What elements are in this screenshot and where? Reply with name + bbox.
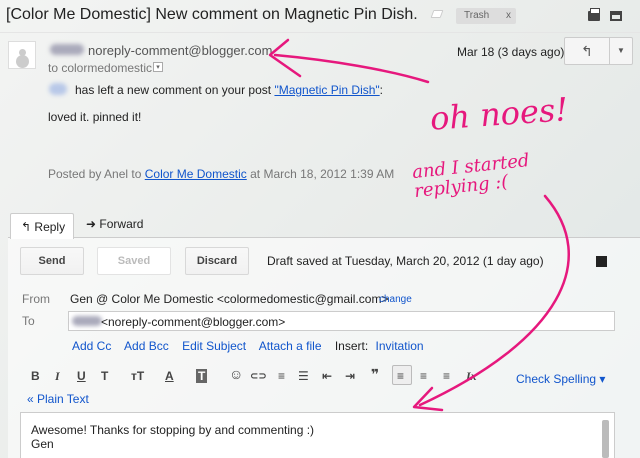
annotation-arrow-bottom xyxy=(418,194,570,407)
annotation-arrow-top xyxy=(273,53,430,84)
annotation-arrowhead-bottom xyxy=(412,386,444,412)
annotation-arrows xyxy=(268,38,570,412)
